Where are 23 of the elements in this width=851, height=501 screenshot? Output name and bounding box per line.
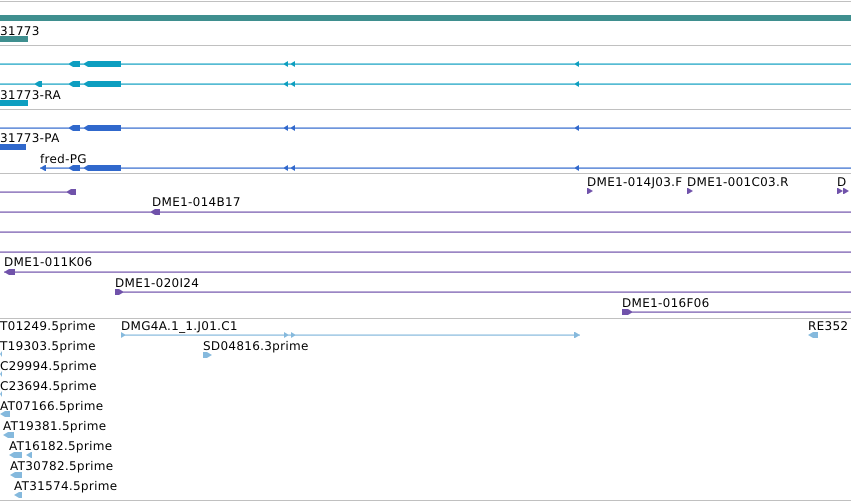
feature-label: DME1-020I24 xyxy=(115,276,200,290)
feature-label: C29994.5prime xyxy=(0,359,97,373)
feature-label: DME1-011K06 xyxy=(4,255,92,269)
feature-label: DME1-014J03.F xyxy=(587,175,682,189)
feature-label: T01249.5prime xyxy=(0,319,96,333)
feature-label: 31773-RA xyxy=(0,88,61,102)
feature-label: AT31574.5prime xyxy=(14,479,118,493)
feature-label: DMG4A.1_1.J01.C1 xyxy=(121,319,238,333)
feature-label: T19303.5prime xyxy=(0,339,96,353)
feature-label: AT07166.5prime xyxy=(0,399,104,413)
feature-label: C23694.5prime xyxy=(0,379,97,393)
feature-label: RE352 xyxy=(808,319,848,333)
feature-label: AT19381.5prime xyxy=(3,419,106,433)
feature-label: 31773-PA xyxy=(0,131,60,145)
feature-label: fred-PG xyxy=(40,152,87,166)
feature-label: DME1-016F06 xyxy=(622,296,710,310)
feature-label: SD04816.3prime xyxy=(203,339,309,353)
feature-label: 31773 xyxy=(0,24,40,38)
feature-label: D xyxy=(837,175,847,189)
feature-label: AT30782.5prime xyxy=(10,459,114,473)
feature-label: DME1-014B17 xyxy=(152,195,241,209)
feature-label: DME1-001C03.R xyxy=(687,175,789,189)
feature-label: AT16182.5prime xyxy=(9,439,112,453)
